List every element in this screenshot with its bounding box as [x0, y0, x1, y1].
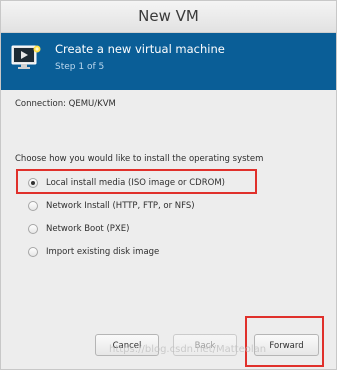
- option-label: Network Boot (PXE): [46, 224, 130, 234]
- option-network-boot[interactable]: Network Boot (PXE): [28, 221, 129, 237]
- connection-label: Connection: QEMU/KVM: [15, 99, 116, 109]
- option-label: Network Install (HTTP, FTP, or NFS): [46, 201, 195, 211]
- option-label: Import existing disk image: [46, 247, 160, 257]
- option-import-disk[interactable]: Import existing disk image: [28, 244, 159, 260]
- window-title: New VM: [1, 1, 336, 33]
- install-method-question: Choose how you would like to install the…: [15, 154, 264, 164]
- highlight-box: [245, 316, 324, 367]
- monitor-icon: [11, 45, 41, 69]
- radio-button[interactable]: [28, 201, 38, 211]
- cancel-button[interactable]: Cancel: [95, 334, 159, 356]
- wizard-step: Step 1 of 5: [55, 62, 105, 72]
- back-button[interactable]: Back: [173, 334, 237, 356]
- wizard-header: Create a new virtual machine Step 1 of 5: [1, 33, 336, 90]
- radio-button[interactable]: [28, 224, 38, 234]
- highlight-box: [16, 169, 257, 194]
- wizard-title: Create a new virtual machine: [55, 42, 225, 56]
- radio-button[interactable]: [28, 247, 38, 257]
- new-vm-dialog: New VM Create a new virtual machine Step…: [0, 0, 337, 370]
- option-network-install[interactable]: Network Install (HTTP, FTP, or NFS): [28, 198, 195, 214]
